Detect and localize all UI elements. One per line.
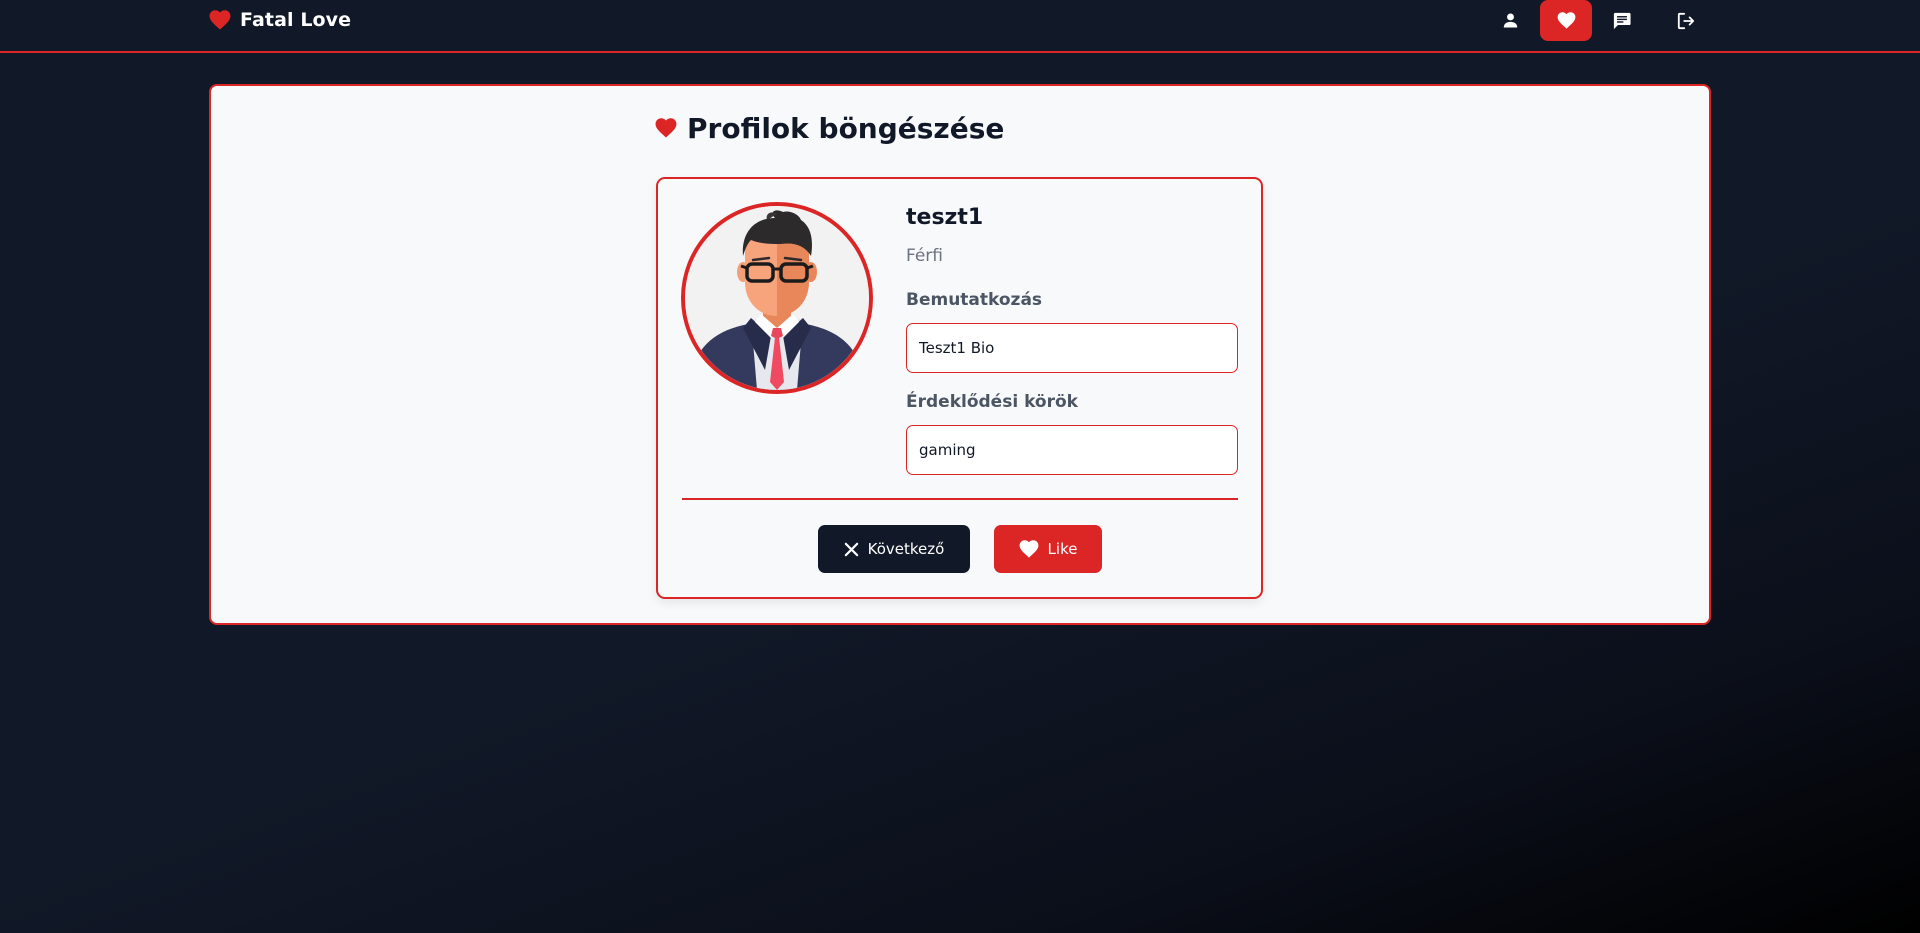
card-divider xyxy=(682,498,1238,500)
avatar-image xyxy=(685,206,869,390)
close-icon xyxy=(844,542,858,556)
message-icon xyxy=(1613,12,1631,29)
heart-icon xyxy=(209,10,231,30)
page-title-text: Profilok böngészése xyxy=(687,111,1005,145)
next-button-label: Következő xyxy=(867,540,945,558)
like-button[interactable]: Like xyxy=(994,525,1102,573)
nav-logout-button[interactable] xyxy=(1660,0,1712,41)
profile-avatar xyxy=(681,202,873,394)
like-button-label: Like xyxy=(1047,540,1078,558)
heart-icon xyxy=(655,118,677,138)
nav-browse-button[interactable] xyxy=(1540,0,1592,41)
profile-username: teszt1 xyxy=(906,205,984,230)
logout-icon xyxy=(1677,12,1695,29)
page-title: Profilok böngészése xyxy=(655,110,1004,146)
heart-icon xyxy=(1019,540,1038,558)
heart-icon xyxy=(1557,12,1575,29)
interests-label: Érdeklődési körök xyxy=(906,392,1078,412)
profile-gender: Férfi xyxy=(906,246,944,266)
brand-name: Fatal Love xyxy=(240,9,352,31)
brand-link[interactable]: Fatal Love xyxy=(209,6,351,34)
user-icon xyxy=(1503,13,1517,28)
next-button[interactable]: Következő xyxy=(818,525,970,573)
bio-label: Bemutatkozás xyxy=(906,290,1043,310)
nav-profile-button[interactable] xyxy=(1484,0,1536,41)
bio-field[interactable] xyxy=(906,323,1238,373)
top-navbar: Fatal Love xyxy=(0,0,1920,53)
nav-messages-button[interactable] xyxy=(1596,0,1648,41)
interests-field[interactable] xyxy=(906,425,1238,475)
